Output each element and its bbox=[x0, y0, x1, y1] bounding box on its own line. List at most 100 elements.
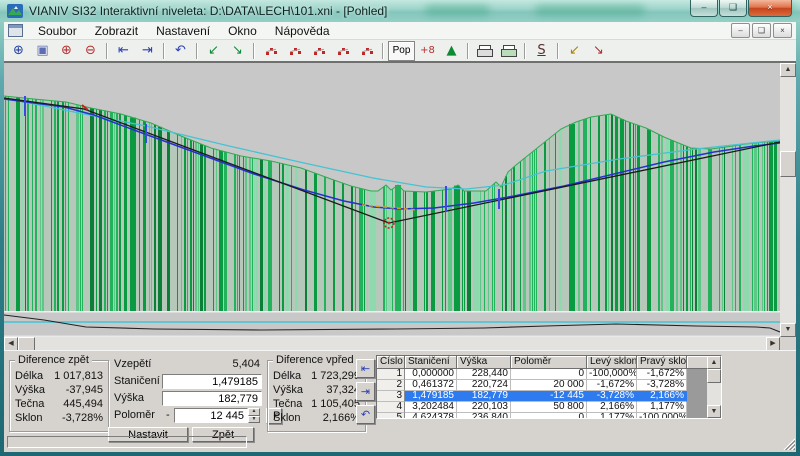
table-cell[interactable]: 182,779 bbox=[457, 391, 511, 402]
table-cell[interactable]: 220,103 bbox=[457, 402, 511, 413]
zoom-out-button[interactable]: ⊖ bbox=[79, 41, 102, 61]
table-scroll-down-button[interactable]: ▼ bbox=[707, 405, 721, 418]
table-cell[interactable]: -100,000% bbox=[637, 413, 687, 419]
document-close-button[interactable]: × bbox=[773, 23, 792, 38]
polomer-input[interactable] bbox=[174, 408, 248, 423]
table-scroll-up-button[interactable]: ▲ bbox=[707, 356, 721, 369]
menu-item-soubor[interactable]: Soubor bbox=[29, 23, 86, 39]
print-profile-button[interactable] bbox=[497, 41, 520, 61]
document-minimize-button[interactable]: – bbox=[731, 23, 750, 38]
horizontal-scroll-thumb[interactable] bbox=[18, 337, 35, 351]
table-cell[interactable]: -1,672% bbox=[637, 369, 687, 380]
polomer-spin-up-button[interactable]: ▲ bbox=[248, 408, 260, 416]
vertex-fit-button[interactable] bbox=[355, 41, 378, 61]
prev-vertex-button[interactable]: ↙ bbox=[202, 41, 225, 61]
column-header[interactable]: Výška bbox=[457, 356, 511, 369]
table-cell[interactable]: 4 bbox=[377, 402, 405, 413]
next-vertex-button[interactable]: ↘ bbox=[226, 41, 249, 61]
zoom-extents-button[interactable]: ⊕ bbox=[7, 41, 30, 61]
polomer-spin-down-button[interactable]: ▼ bbox=[248, 416, 260, 424]
table-cell[interactable]: -3,728% bbox=[637, 380, 687, 391]
insert-vertex-before-button[interactable]: ⇤ bbox=[356, 359, 375, 378]
table-cell[interactable]: 220,724 bbox=[457, 380, 511, 391]
undo-edit-button[interactable]: ↶ bbox=[356, 405, 375, 424]
scroll-up-button[interactable]: ▲ bbox=[780, 63, 796, 77]
document-restore-button[interactable]: ❑ bbox=[752, 23, 771, 38]
vertex-select-button[interactable] bbox=[259, 41, 282, 61]
column-header[interactable]: Pravý sklon bbox=[637, 356, 687, 369]
table-cell[interactable]: -100,000% bbox=[587, 369, 637, 380]
table-cell[interactable]: 5 bbox=[377, 413, 405, 419]
slope-labels-button[interactable]: S bbox=[530, 41, 553, 61]
table-cell[interactable]: -1,672% bbox=[587, 380, 637, 391]
insert-vertex-after-button[interactable]: ⇥ bbox=[356, 382, 375, 401]
table-cell[interactable]: 236,840 bbox=[457, 413, 511, 419]
table-cell[interactable]: -12 445 bbox=[511, 391, 587, 402]
scroll-left-button[interactable]: ◀ bbox=[4, 337, 18, 351]
table-row-4[interactable]: 43,202484220,10350 8002,166%1,177% bbox=[377, 402, 721, 413]
table-scrollbar[interactable]: ▲▼ bbox=[707, 356, 721, 418]
table-row-3[interactable]: 31,479185182,779-12 445-3,728%2,166% bbox=[377, 391, 721, 402]
profile-chart[interactable] bbox=[4, 63, 780, 311]
table-cell[interactable]: -3,728% bbox=[587, 391, 637, 402]
menu-item-napoveda[interactable]: Nápověda bbox=[266, 23, 339, 39]
table-cell[interactable]: 1,177% bbox=[587, 413, 637, 419]
vertex-move-button[interactable] bbox=[331, 41, 354, 61]
undo-button[interactable]: ↶ bbox=[169, 41, 192, 61]
table-cell[interactable]: 4,624378 bbox=[405, 413, 457, 419]
resize-grip[interactable] bbox=[783, 438, 795, 450]
zoom-in-button[interactable]: ⊕ bbox=[55, 41, 78, 61]
minimize-button[interactable]: – bbox=[690, 0, 718, 17]
menu-item-nastaveni[interactable]: Nastavení bbox=[147, 23, 219, 39]
station-back-button[interactable]: ⇤ bbox=[112, 41, 135, 61]
zoom-window-button[interactable]: ▣ bbox=[31, 41, 54, 61]
overview-strip[interactable] bbox=[4, 311, 780, 337]
table-cell[interactable]: 0 bbox=[511, 369, 587, 380]
column-header[interactable]: Levý sklon bbox=[587, 356, 637, 369]
table-cell[interactable]: 1,177% bbox=[637, 402, 687, 413]
stanicen-input[interactable] bbox=[162, 374, 262, 389]
table-cell[interactable]: 50 800 bbox=[511, 402, 587, 413]
vertex-delete-button[interactable] bbox=[307, 41, 330, 61]
table-scroll-thumb[interactable] bbox=[707, 369, 721, 383]
table-cell[interactable]: 2 bbox=[377, 380, 405, 391]
table-cell[interactable]: 2,166% bbox=[587, 402, 637, 413]
column-header[interactable]: Číslo bbox=[377, 356, 405, 369]
table-cell[interactable]: 0,000000 bbox=[405, 369, 457, 380]
table-row-2[interactable]: 20,461372220,72420 000-1,672%-3,728% bbox=[377, 380, 721, 391]
table-cell[interactable]: 1,479185 bbox=[405, 391, 457, 402]
menu-item-okno[interactable]: Okno bbox=[219, 23, 266, 39]
scroll-down-button[interactable]: ▼ bbox=[780, 323, 796, 337]
table-cell[interactable]: 3 bbox=[377, 391, 405, 402]
table-row-5[interactable]: 54,624378236,84001,177%-100,000% bbox=[377, 413, 721, 419]
document-icon[interactable] bbox=[8, 24, 23, 37]
close-button[interactable]: × bbox=[748, 0, 792, 17]
print-button[interactable] bbox=[473, 41, 496, 61]
vertical-scrollbar[interactable]: ▲ ▼ bbox=[780, 63, 796, 337]
jump-begin-button[interactable]: ↙ bbox=[563, 41, 586, 61]
maximize-button[interactable]: ❑ bbox=[719, 0, 747, 17]
station-forward-button[interactable]: ⇥ bbox=[136, 41, 159, 61]
table-cell[interactable]: 0,461372 bbox=[405, 380, 457, 391]
table-cell[interactable]: 1 bbox=[377, 369, 405, 380]
column-header[interactable]: Poloměr bbox=[511, 356, 587, 369]
table-row-1[interactable]: 10,000000228,4400-100,000%-1,672% bbox=[377, 369, 721, 380]
jump-end-button[interactable]: ↘ bbox=[587, 41, 610, 61]
title-bar[interactable]: VIANIV SI32 Interaktivní niveleta: D:\DA… bbox=[0, 0, 800, 22]
horizontal-scrollbar[interactable]: ◀ ▶ bbox=[4, 337, 780, 351]
vertex-insert-button[interactable] bbox=[283, 41, 306, 61]
toolbar-separator bbox=[557, 43, 559, 59]
table-cell[interactable]: 228,440 bbox=[457, 369, 511, 380]
add-height-button[interactable]: +8 bbox=[416, 41, 439, 61]
scroll-right-button[interactable]: ▶ bbox=[766, 337, 780, 351]
table-cell[interactable]: 3,202484 bbox=[405, 402, 457, 413]
table-cell[interactable]: 0 bbox=[511, 413, 587, 419]
table-cell[interactable]: 20 000 bbox=[511, 380, 587, 391]
terrain-button[interactable]: ▲ bbox=[440, 41, 463, 61]
vyska-input[interactable] bbox=[162, 391, 262, 406]
pop-toggle-button[interactable]: Pop bbox=[388, 41, 415, 61]
column-header[interactable]: Staničení bbox=[405, 356, 457, 369]
menu-item-zobrazit[interactable]: Zobrazit bbox=[86, 23, 147, 39]
table-cell[interactable]: 2,166% bbox=[637, 391, 687, 402]
vertical-scroll-thumb[interactable] bbox=[780, 151, 796, 177]
